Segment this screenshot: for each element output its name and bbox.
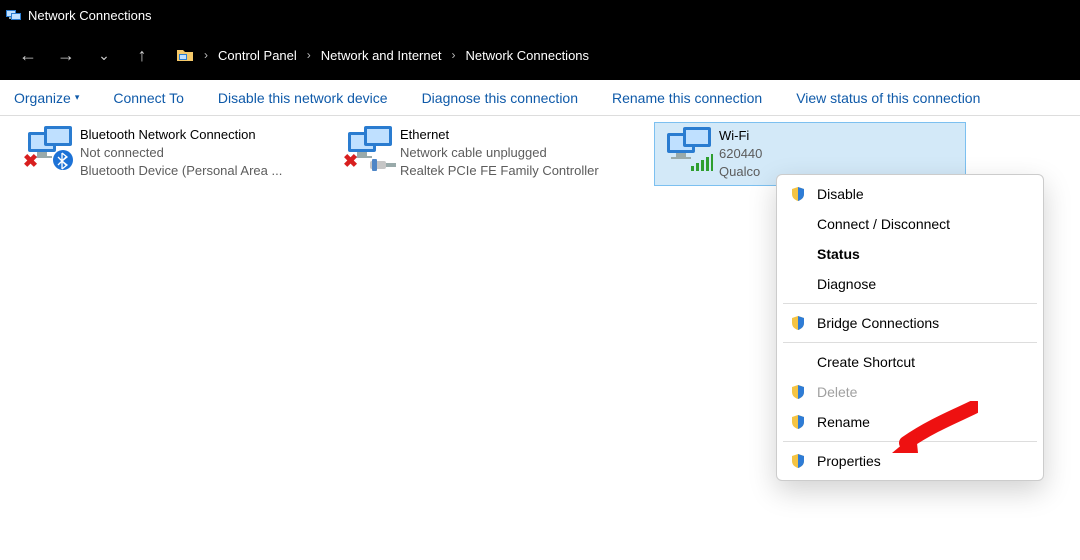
breadcrumb-network-and-internet[interactable]: Network and Internet bbox=[317, 46, 446, 65]
menu-item-connect-disconnect[interactable]: Connect / Disconnect bbox=[777, 209, 1043, 239]
menu-item-disable[interactable]: Disable bbox=[777, 179, 1043, 209]
disable-device-command[interactable]: Disable this network device bbox=[218, 90, 388, 106]
menu-label: Connect / Disconnect bbox=[817, 216, 950, 232]
connection-info: Wi-Fi 620440 Qualco bbox=[719, 127, 762, 181]
folder-icon bbox=[176, 46, 194, 64]
shield-icon bbox=[789, 452, 807, 470]
menu-label: Diagnose bbox=[817, 276, 876, 292]
connect-to-command[interactable]: Connect To bbox=[113, 90, 184, 106]
cable-icon bbox=[370, 157, 396, 176]
chevron-right-icon: › bbox=[451, 48, 455, 62]
breadcrumb: › Control Panel › Network and Internet ›… bbox=[176, 46, 593, 65]
menu-label: Create Shortcut bbox=[817, 354, 915, 370]
connection-info: Ethernet Network cable unplugged Realtek… bbox=[400, 126, 599, 180]
connection-status: Not connected bbox=[80, 144, 282, 162]
connection-name: Wi-Fi bbox=[719, 127, 762, 145]
breadcrumb-control-panel[interactable]: Control Panel bbox=[214, 46, 301, 65]
chevron-right-icon: › bbox=[307, 48, 311, 62]
spacer-icon bbox=[789, 215, 807, 233]
chevron-right-icon: › bbox=[204, 48, 208, 62]
title-bar: Network Connections bbox=[0, 0, 1080, 30]
view-status-command[interactable]: View status of this connection bbox=[796, 90, 980, 106]
not-connected-icon: ✖ bbox=[23, 151, 38, 172]
connection-name: Ethernet bbox=[400, 126, 599, 144]
menu-label: Properties bbox=[817, 453, 881, 469]
signal-strength-icon bbox=[691, 154, 713, 175]
shield-icon bbox=[789, 185, 807, 203]
connection-device: Bluetooth Device (Personal Area ... bbox=[80, 162, 282, 180]
organize-menu[interactable]: Organize▾ bbox=[14, 90, 79, 106]
menu-label: Delete bbox=[817, 384, 857, 400]
connection-status: Network cable unplugged bbox=[400, 144, 599, 162]
connection-name: Bluetooth Network Connection bbox=[80, 126, 282, 144]
connection-info: Bluetooth Network Connection Not connect… bbox=[80, 126, 282, 180]
menu-item-status[interactable]: Status bbox=[777, 239, 1043, 269]
unplugged-icon: ✖ bbox=[343, 151, 358, 172]
menu-label: Rename bbox=[817, 414, 870, 430]
menu-label: Disable bbox=[817, 186, 864, 202]
window-title: Network Connections bbox=[28, 8, 152, 23]
menu-label: Bridge Connections bbox=[817, 315, 939, 331]
menu-separator bbox=[783, 303, 1037, 304]
forward-button[interactable]: → bbox=[52, 45, 80, 66]
menu-separator bbox=[783, 342, 1037, 343]
spacer-icon bbox=[789, 245, 807, 263]
menu-item-diagnose[interactable]: Diagnose bbox=[777, 269, 1043, 299]
shield-icon bbox=[789, 413, 807, 431]
connection-device: Realtek PCIe FE Family Controller bbox=[400, 162, 599, 180]
connection-status: 620440 bbox=[719, 145, 762, 163]
chevron-down-icon: ▾ bbox=[75, 92, 80, 103]
menu-item-create-shortcut[interactable]: Create Shortcut bbox=[777, 347, 1043, 377]
connection-bluetooth[interactable]: ✖ Bluetooth Network Connection Not conne… bbox=[16, 122, 328, 184]
spacer-icon bbox=[789, 353, 807, 371]
app-icon bbox=[6, 7, 22, 23]
annotation-arrow-icon bbox=[888, 401, 978, 460]
network-adapter-icon: ✖ bbox=[342, 126, 392, 172]
breadcrumb-network-connections[interactable]: Network Connections bbox=[461, 46, 593, 65]
recent-locations-dropdown[interactable]: ⌄ bbox=[90, 47, 118, 64]
command-bar: Organize▾ Connect To Disable this networ… bbox=[0, 80, 1080, 116]
shield-icon bbox=[789, 383, 807, 401]
bluetooth-icon bbox=[52, 149, 74, 174]
network-adapter-icon: ✖ bbox=[22, 126, 72, 172]
up-button[interactable]: ↑ bbox=[128, 45, 156, 66]
connection-ethernet[interactable]: ✖ Ethernet Network cable unplugged Realt… bbox=[336, 122, 648, 184]
network-adapter-icon bbox=[661, 127, 711, 173]
shield-icon bbox=[789, 314, 807, 332]
nav-bar: ← → ⌄ ↑ › Control Panel › Network and In… bbox=[0, 30, 1080, 80]
back-button[interactable]: ← bbox=[14, 45, 42, 66]
menu-item-bridge[interactable]: Bridge Connections bbox=[777, 308, 1043, 338]
spacer-icon bbox=[789, 275, 807, 293]
content-area: ✖ Bluetooth Network Connection Not conne… bbox=[0, 116, 1080, 560]
diagnose-command[interactable]: Diagnose this connection bbox=[422, 90, 578, 106]
menu-label: Status bbox=[817, 246, 860, 262]
rename-command[interactable]: Rename this connection bbox=[612, 90, 762, 106]
connection-device: Qualco bbox=[719, 163, 762, 181]
